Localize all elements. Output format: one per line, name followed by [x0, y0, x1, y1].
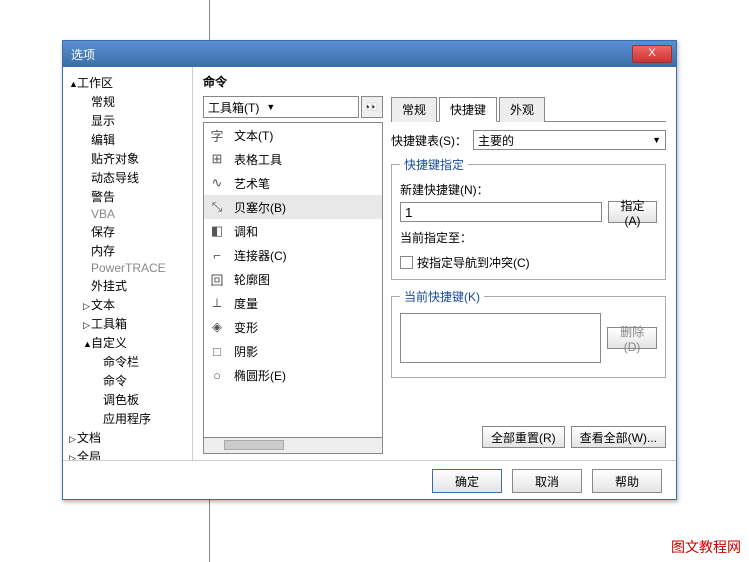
current-group-legend: 当前快捷键(K): [400, 288, 484, 305]
category-combo[interactable]: 工具箱(T) ▼: [203, 96, 359, 118]
tree-item[interactable]: VBA: [67, 206, 188, 222]
delete-button[interactable]: 删除(D): [607, 327, 657, 349]
command-icon: ⤡: [208, 198, 226, 216]
new-shortcut-input[interactable]: [400, 202, 602, 222]
shortcut-table-combo[interactable]: 主要的 ▼: [473, 130, 666, 150]
command-item[interactable]: ○ 椭圆形(E): [204, 363, 382, 387]
tree-item[interactable]: 警告: [67, 187, 188, 206]
command-icon: ○: [208, 366, 226, 384]
command-label: 艺术笔: [234, 175, 270, 192]
tree-item[interactable]: ▷文本: [67, 295, 188, 314]
tab-0[interactable]: 常规: [391, 97, 437, 122]
tree-item[interactable]: ▲自定义: [67, 333, 188, 352]
tree-item[interactable]: ▲工作区: [67, 73, 188, 92]
watermark-text: 图文教程网: [671, 537, 741, 557]
tree-item[interactable]: ▷工具箱: [67, 314, 188, 333]
tree-item[interactable]: 内存: [67, 241, 188, 260]
command-item[interactable]: ∿ 艺术笔: [204, 171, 382, 195]
command-label: 表格工具: [234, 151, 282, 168]
command-icon: ⟂: [208, 294, 226, 312]
shortcut-assign-group: 快捷键指定 新建快捷键(N)： 指定(A) 当前指定至： 按指定导航到冲突(C): [391, 156, 666, 280]
chevron-down-icon: ▼: [652, 135, 661, 145]
tree-item[interactable]: 编辑: [67, 130, 188, 149]
command-icon: □: [208, 342, 226, 360]
current-shortcuts-list[interactable]: [400, 313, 601, 363]
tree-item[interactable]: PowerTRACE: [67, 260, 188, 276]
help-button[interactable]: 帮助: [592, 469, 662, 493]
search-button[interactable]: 👀: [361, 96, 383, 118]
nav-conflict-label: 按指定导航到冲突(C): [417, 254, 530, 271]
tree-item[interactable]: 保存: [67, 222, 188, 241]
chevron-down-icon: ▼: [259, 102, 275, 112]
command-item[interactable]: ◧ 调和: [204, 219, 382, 243]
tab-strip: 常规快捷键外观: [391, 96, 666, 122]
command-label: 连接器(C): [234, 247, 287, 264]
command-label: 轮廓图: [234, 271, 270, 288]
command-item[interactable]: 回轮廓图: [204, 267, 382, 291]
tree-item[interactable]: 贴齐对象: [67, 149, 188, 168]
tab-2[interactable]: 外观: [499, 97, 545, 122]
cancel-button[interactable]: 取消: [512, 469, 582, 493]
tab-1[interactable]: 快捷键: [439, 97, 497, 122]
tree-item[interactable]: ▷全局: [67, 447, 188, 460]
command-label: 贝塞尔(B): [234, 199, 286, 216]
assign-group-legend: 快捷键指定: [400, 156, 468, 173]
ok-button[interactable]: 确定: [432, 469, 502, 493]
command-label: 变形: [234, 319, 258, 336]
nav-conflict-checkbox[interactable]: [400, 256, 413, 269]
reset-all-button[interactable]: 全部重置(R): [482, 426, 565, 448]
category-tree[interactable]: ▲工作区常规显示编辑贴齐对象动态导线警告VBA保存内存PowerTRACE外挂式…: [63, 67, 193, 460]
options-dialog: 选项 X ▲工作区常规显示编辑贴齐对象动态导线警告VBA保存内存PowerTRA…: [62, 40, 677, 500]
tree-item[interactable]: 常规: [67, 92, 188, 111]
horizontal-scrollbar[interactable]: [203, 438, 383, 454]
command-icon: ∿: [208, 174, 226, 192]
command-label: 度量: [234, 295, 258, 312]
assign-button[interactable]: 指定(A): [608, 201, 657, 223]
dialog-title: 选项: [71, 46, 632, 63]
command-item[interactable]: ◈ 变形: [204, 315, 382, 339]
titlebar: 选项 X: [63, 41, 676, 67]
tree-item[interactable]: 应用程序: [67, 409, 188, 428]
shortcut-table-value: 主要的: [478, 132, 652, 149]
command-list[interactable]: 字文本(T) ⊞ 表格工具 ∿ 艺术笔 ⤡ 贝塞尔(B) ◧ 调和 ⌐ 连接器(C) 回轮廓图 ⟂ 度量 ◈…: [203, 122, 383, 438]
tree-item[interactable]: 外挂式: [67, 276, 188, 295]
currently-assigned-label: 当前指定至：: [400, 229, 657, 246]
tree-item[interactable]: 命令栏: [67, 352, 188, 371]
tree-item[interactable]: ▷文档: [67, 428, 188, 447]
tree-item[interactable]: 动态导线: [67, 168, 188, 187]
binoculars-icon: 👀: [366, 102, 378, 113]
command-icon: ◈: [208, 318, 226, 336]
command-icon: ⌐: [208, 246, 226, 264]
command-item[interactable]: ⤡ 贝塞尔(B): [204, 195, 382, 219]
category-combo-value: 工具箱(T): [208, 99, 259, 116]
tree-item[interactable]: 调色板: [67, 390, 188, 409]
panel-title: 命令: [203, 73, 666, 90]
shortcut-table-label: 快捷键表(S)：: [391, 132, 467, 149]
command-icon: 字: [208, 126, 226, 144]
command-item[interactable]: ⟂ 度量: [204, 291, 382, 315]
command-label: 文本(T): [234, 127, 273, 144]
command-item[interactable]: 字文本(T): [204, 123, 382, 147]
new-shortcut-label: 新建快捷键(N)：: [400, 181, 657, 198]
close-button[interactable]: X: [632, 45, 672, 63]
command-icon: ◧: [208, 222, 226, 240]
command-item[interactable]: □ 阴影: [204, 339, 382, 363]
tree-item[interactable]: 命令: [67, 371, 188, 390]
command-label: 调和: [234, 223, 258, 240]
view-all-button[interactable]: 查看全部(W)...: [571, 426, 666, 448]
current-shortcuts-group: 当前快捷键(K) 删除(D): [391, 288, 666, 378]
command-label: 阴影: [234, 343, 258, 360]
command-item[interactable]: ⊞ 表格工具: [204, 147, 382, 171]
command-label: 椭圆形(E): [234, 367, 286, 384]
command-icon: ⊞: [208, 150, 226, 168]
tree-item[interactable]: 显示: [67, 111, 188, 130]
command-item[interactable]: ⌐ 连接器(C): [204, 243, 382, 267]
command-icon: 回: [208, 270, 226, 288]
